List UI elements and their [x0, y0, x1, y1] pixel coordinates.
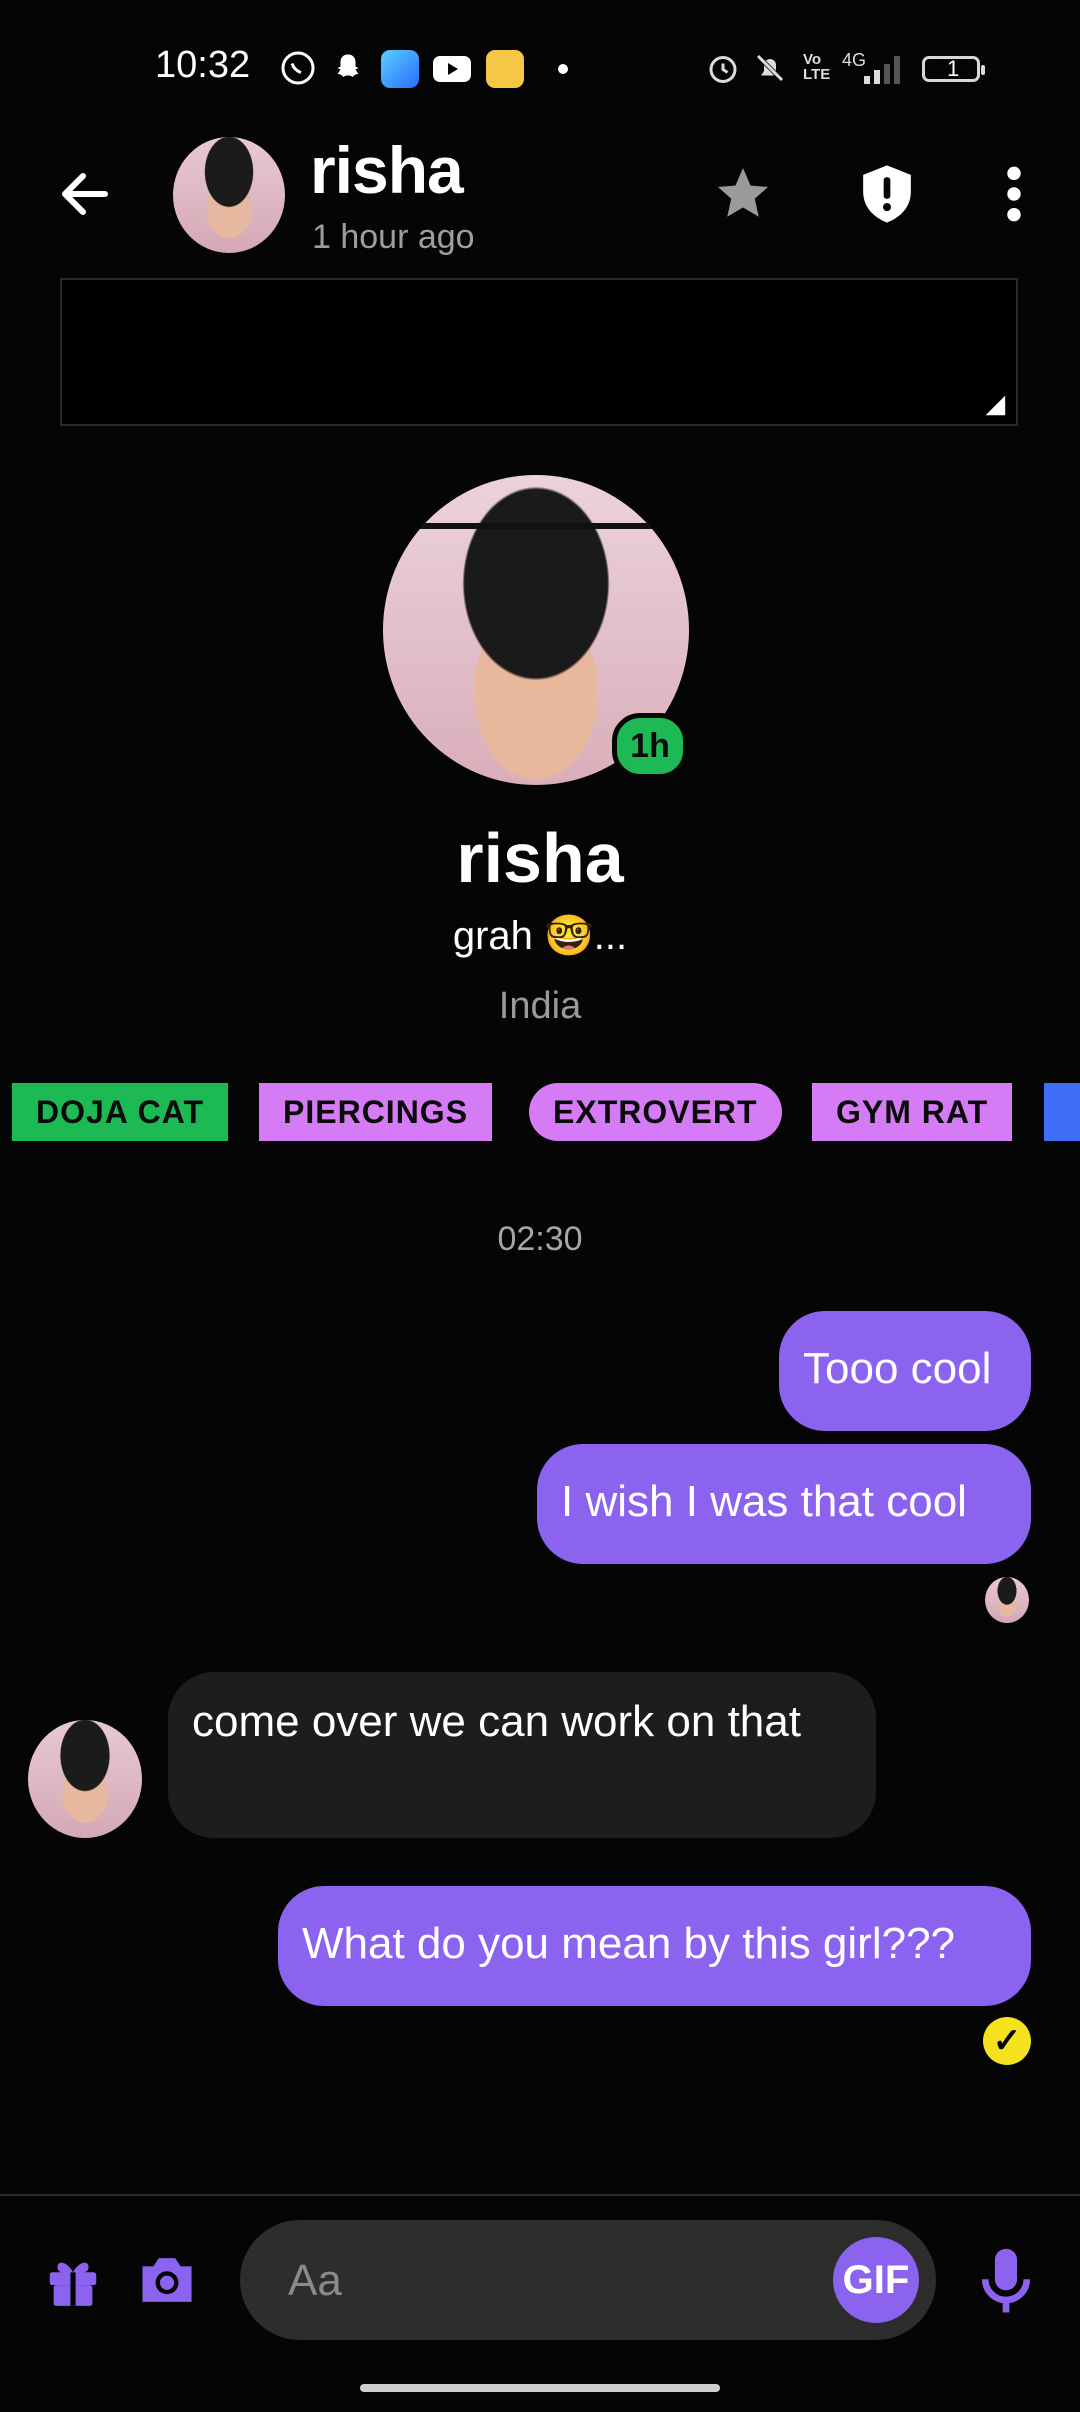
shield-icon[interactable] — [858, 163, 916, 225]
message-outgoing[interactable]: Tooo cool — [779, 1311, 1031, 1431]
battery-icon: 1 — [922, 56, 985, 82]
message-incoming[interactable]: come over we can work on that — [168, 1672, 876, 1838]
gif-button[interactable]: GIF — [833, 2237, 919, 2323]
bell-muted-icon — [756, 54, 784, 82]
tag-gym-rat[interactable]: GYM RAT — [812, 1083, 1013, 1141]
snapchat-icon — [337, 54, 359, 77]
profile-name: risha — [456, 819, 624, 897]
read-check-icon: ✓ — [983, 2017, 1031, 2065]
header-avatar[interactable] — [173, 137, 285, 253]
app-icon-yellow — [486, 50, 524, 88]
profile-location: India — [498, 985, 582, 1027]
tag-partial[interactable] — [1044, 1083, 1080, 1141]
status-time: 10:32 — [155, 44, 251, 86]
message-outgoing[interactable]: What do you mean by this girl??? — [278, 1886, 1031, 2006]
story-time-badge: 1h — [612, 713, 688, 779]
home-indicator[interactable] — [360, 2384, 720, 2392]
tag-doja-cat[interactable]: DOJA CAT — [12, 1083, 228, 1141]
composer-divider — [0, 2194, 1080, 2196]
chat-timestamp: 02:30 — [497, 1220, 583, 1258]
message-input-container — [240, 2220, 936, 2340]
star-icon[interactable] — [712, 163, 774, 223]
whatsapp-icon — [281, 51, 315, 85]
expand-corner-icon — [985, 395, 1006, 416]
message-input[interactable] — [286, 2248, 810, 2314]
notification-dot — [558, 64, 568, 74]
last-seen: 1 hour ago — [312, 218, 475, 256]
tag-extrovert[interactable]: EXTROVERT — [529, 1083, 782, 1141]
youtube-icon — [433, 56, 471, 82]
more-vertical-icon[interactable] — [1000, 163, 1028, 225]
signal-icon — [864, 56, 900, 84]
battery-level: 1 — [947, 56, 960, 81]
back-arrow-icon[interactable] — [55, 168, 115, 220]
camera-icon[interactable] — [134, 2250, 200, 2310]
alarm-icon — [709, 56, 737, 83]
app-icon-blue — [381, 50, 419, 88]
ad-banner[interactable] — [60, 278, 1018, 426]
microphone-icon[interactable] — [978, 2246, 1034, 2318]
read-receipt-avatar — [985, 1577, 1029, 1623]
message-outgoing[interactable]: I wish I was that cool — [537, 1444, 1031, 1564]
volte-icon: Vo LTE — [803, 51, 831, 83]
sender-avatar[interactable] — [28, 1720, 142, 1838]
profile-bio: grah 🤓... — [452, 914, 628, 958]
header-username[interactable]: risha — [310, 132, 464, 208]
gift-icon[interactable] — [42, 2248, 104, 2312]
tag-piercings[interactable]: PIERCINGS — [259, 1083, 493, 1141]
